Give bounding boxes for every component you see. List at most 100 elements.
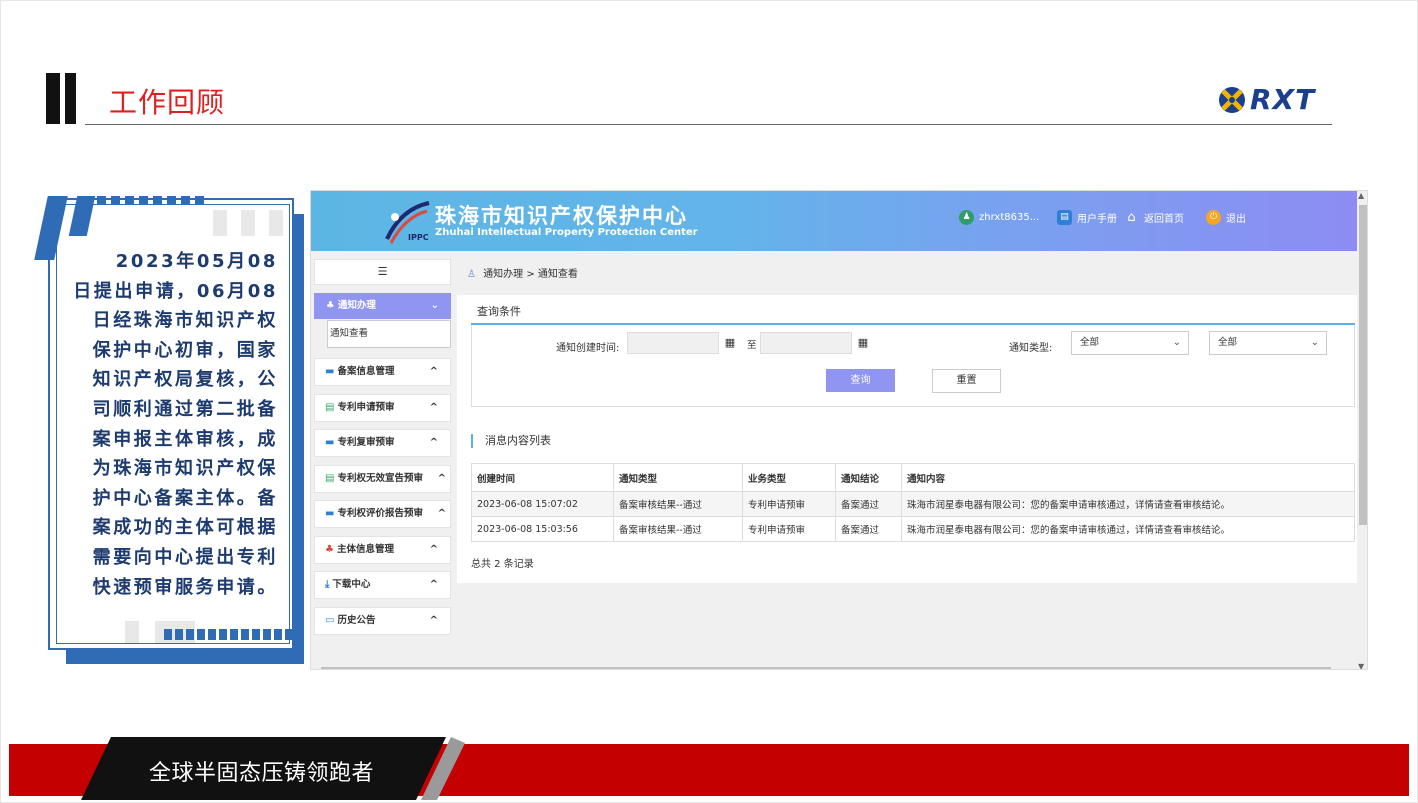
sidebar-subitem-view-notice[interactable]: 通知查看 <box>327 320 451 348</box>
table-cell: 专利申请预审 <box>742 491 836 517</box>
table-row[interactable]: 2023-06-08 15:07:02 备案审核结果--通过 专利申请预审 备案… <box>471 491 1355 517</box>
query-button[interactable]: 查询 <box>826 369 895 392</box>
app-screenshot: IPPC 珠海市知识产权保护中心 Zhuhai Intellectual Pro… <box>310 190 1368 670</box>
breadcrumb: ♙ 通知办理 > 通知查看 <box>467 265 578 280</box>
column-header: 通知类型 <box>613 463 743 492</box>
folder-icon: ▬ <box>325 366 335 377</box>
sidebar-item-patent-apply[interactable]: ▤ 专利申请预审 ^ <box>314 394 451 422</box>
ippc-abbr: IPPC <box>408 233 429 242</box>
sidebar-item-filing[interactable]: ▬ 备案信息管理 ^ <box>314 358 451 386</box>
table-cell: 珠海市润星泰电器有限公司：您的备案申请审核通过，详情请查看审核结论。 <box>901 516 1355 542</box>
home-label: 返回首页 <box>1144 214 1184 225</box>
main-content: ♙ 通知办理 > 通知查看 查询条件 通知创建时间: ▦ 至 ▦ 通知类型: 全 <box>455 251 1357 669</box>
table-cell: 专利申请预审 <box>742 516 836 542</box>
chevron-up-icon: ^ <box>429 579 438 590</box>
sidebar-item-entity[interactable]: ♣ 主体信息管理 ^ <box>314 536 451 564</box>
table-cell: 备案通过 <box>835 491 902 517</box>
decor-blocks <box>213 210 283 236</box>
home-link[interactable]: ⌂ 返回首页 <box>1124 210 1184 225</box>
username: zhrxt8635... <box>979 212 1040 223</box>
sidebar-toggle[interactable]: ☰ <box>314 259 451 285</box>
user-icon: ♙ <box>467 269 476 280</box>
sidebar-item-label: 备案信息管理 <box>337 366 395 377</box>
folder-icon: ▬ <box>325 437 335 448</box>
sidebar-item-invalidation[interactable]: ▤ 专利权无效宣告预审 ^ <box>314 465 451 493</box>
chevron-up-icon: ^ <box>429 437 438 448</box>
column-header: 通知内容 <box>901 463 1355 492</box>
reset-button[interactable]: 重置 <box>932 369 1001 393</box>
sidebar-item-label: 专利权评价报告预审 <box>337 508 423 519</box>
sidebar-item-evaluation[interactable]: ▬ 专利权评价报告预审 ^ <box>314 500 451 528</box>
breadcrumb-parent[interactable]: 通知办理 <box>483 269 523 280</box>
sidebar-item-download[interactable]: ⤓ 下载中心 ^ <box>314 571 451 599</box>
chevron-up-icon: ^ <box>429 615 438 626</box>
chevron-down-icon: ⌄ <box>430 300 439 311</box>
chevron-up-icon: ^ <box>429 402 438 413</box>
card-line: 案成功的主体可根据 <box>92 517 278 539</box>
end-date-input[interactable] <box>760 332 852 354</box>
sidebar-item-label: 主体信息管理 <box>336 544 394 555</box>
card-line: 司顺利通过第二批备 <box>92 398 278 420</box>
table-cell: 备案审核结果--通过 <box>613 516 743 542</box>
table-cell: 备案通过 <box>835 516 902 542</box>
column-header: 创建时间 <box>471 463 614 492</box>
sidebar-item-notice[interactable]: ♣ 通知办理 ⌄ <box>314 293 451 319</box>
chevron-up-icon: ^ <box>429 366 438 377</box>
card-line: 保护中心初审，国家 <box>92 339 278 361</box>
card-line: 为珠海市知识产权保 <box>92 458 278 480</box>
power-icon: ⏻ <box>1206 210 1221 225</box>
sidebar-item-reexam[interactable]: ▬ 专利复审预审 ^ <box>314 429 451 457</box>
breadcrumb-current: 通知查看 <box>537 269 578 280</box>
calendar-icon[interactable]: ▦ <box>719 332 741 354</box>
card-line: 快速预审服务申请。 <box>92 576 278 598</box>
org-icon: ♣ <box>325 544 334 555</box>
notice-type-select[interactable]: 全部 ⌄ <box>1071 331 1189 355</box>
scroll-down-icon[interactable]: ▼ <box>1358 662 1364 669</box>
logout-link[interactable]: ⏻ 退出 <box>1206 210 1246 225</box>
inbox-icon: ▭ <box>325 615 335 626</box>
card-line: 日经珠海市知识产权 <box>92 310 278 332</box>
bell-icon: ♣ <box>326 300 335 311</box>
manual-link[interactable]: ▤ 用户手册 <box>1057 210 1117 225</box>
column-header: 业务类型 <box>742 463 836 492</box>
breadcrumb-separator: > <box>526 269 535 280</box>
query-heading: 查询条件 <box>477 305 521 318</box>
sidebar-item-label: 下载中心 <box>332 579 371 590</box>
sidebar-item-label: 通知办理 <box>337 300 376 311</box>
app-header: IPPC 珠海市知识产权保护中心 Zhuhai Intellectual Pro… <box>311 191 1357 251</box>
content-panel: 查询条件 通知创建时间: ▦ 至 ▦ 通知类型: 全部 ⌄ 全部 ⌄ 查询 重置… <box>457 295 1357 583</box>
created-time-label: 通知创建时间: <box>556 343 620 354</box>
list-title: 消息内容列表 <box>471 434 551 448</box>
card-line: 2023年05月08 <box>115 251 278 272</box>
table-row[interactable]: 2023-06-08 15:03:56 备案审核结果--通过 专利申请预审 备案… <box>471 516 1355 542</box>
business-type-select[interactable]: 全部 ⌄ <box>1209 331 1327 355</box>
notice-type-label: 通知类型: <box>1009 343 1053 354</box>
sidebar: ☰ ♣ 通知办理 ⌄ 通知查看 ▬ 备案信息管理 ^ ▤ 专利申请预审 ^ ▬ 专利复… <box>311 251 455 669</box>
manual-label: 用户手册 <box>1077 214 1117 225</box>
user-menu[interactable]: ♟ zhrxt8635... <box>959 210 1039 225</box>
table-cell: 珠海市润星泰电器有限公司：您的备案申请审核通过，详情请查看审核结论。 <box>901 491 1355 517</box>
query-form: 通知创建时间: ▦ 至 ▦ 通知类型: 全部 ⌄ 全部 ⌄ 查询 重置 <box>471 325 1355 407</box>
company-logo-text: RXT <box>1250 83 1316 116</box>
select-value: 全部 <box>1080 337 1100 348</box>
start-date-input[interactable] <box>627 332 719 354</box>
chevron-down-icon: ⌄ <box>1310 337 1319 348</box>
document-icon: ▤ <box>325 402 335 413</box>
user-icon: ♟ <box>959 210 974 225</box>
chevron-up-icon: ^ <box>437 508 446 519</box>
scroll-up-icon[interactable]: ▲ <box>1358 191 1364 200</box>
sidebar-item-label: 专利复审预审 <box>337 437 395 448</box>
table-cell: 2023-06-08 15:03:56 <box>471 516 614 542</box>
decor-ticks <box>97 196 204 205</box>
app-title-en: Zhuhai Intellectual Property Protection … <box>435 227 698 238</box>
sidebar-item-label: 专利权无效宣告预审 <box>337 473 423 484</box>
logout-label: 退出 <box>1226 214 1246 225</box>
home-icon: ⌂ <box>1127 210 1136 225</box>
calendar-icon[interactable]: ▦ <box>852 332 874 354</box>
vertical-scrollbar[interactable]: ▲ ▼ <box>1357 191 1367 669</box>
horizontal-scrollbar[interactable] <box>321 667 1331 669</box>
scrollbar-thumb[interactable] <box>1359 205 1367 525</box>
record-count: 总共 2 条记录 <box>471 559 534 570</box>
sidebar-item-label: 专利申请预审 <box>337 402 395 413</box>
sidebar-item-history[interactable]: ▭ 历史公告 ^ <box>314 607 451 635</box>
